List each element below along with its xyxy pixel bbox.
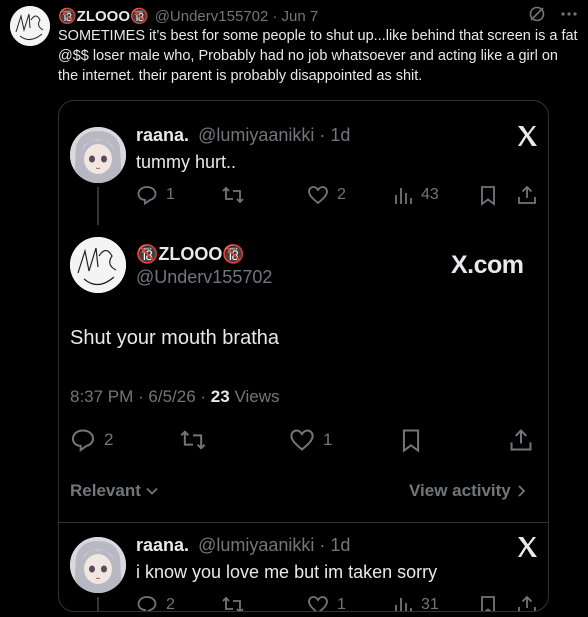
handle[interactable]: @lumiyaanikki — [198, 535, 314, 555]
avatar[interactable] — [10, 6, 50, 46]
views-icon — [395, 188, 412, 204]
top-right-actions — [528, 5, 578, 28]
tweet-text: Shut your mouth bratha — [70, 327, 280, 349]
views-icon — [395, 598, 412, 611]
tweet-actions: 2 1 31 — [59, 593, 548, 612]
view-activity-link[interactable]: View activity — [409, 481, 527, 501]
like-count: 2 — [337, 186, 346, 203]
bookmark-button[interactable] — [478, 184, 498, 206]
more-options-icon[interactable] — [560, 5, 578, 28]
share-button[interactable] — [516, 594, 538, 611]
reply-button[interactable]: 2 — [136, 594, 175, 612]
anime-avatar-icon — [70, 537, 126, 593]
reply-count: 2 — [166, 596, 175, 612]
avatar[interactable] — [70, 537, 126, 593]
views-button[interactable]: 31 — [393, 594, 439, 612]
tweet-header: 🔞ZLOOO🔞 — [136, 244, 245, 265]
tweet-header: raana. @lumiyaanikki · 1d — [136, 535, 350, 556]
share-button[interactable] — [508, 427, 534, 453]
relevant-label: Relevant — [70, 481, 141, 500]
reply-button[interactable]: 2 — [70, 427, 113, 453]
repost-icon — [180, 430, 206, 450]
repost-icon — [222, 186, 244, 204]
bookmark-button[interactable] — [399, 427, 423, 453]
heart-icon — [308, 596, 328, 611]
x-com-logo: X.com — [451, 251, 524, 279]
reply-icon — [71, 429, 95, 452]
post-time[interactable]: · 1d — [319, 535, 350, 555]
reply-count: 1 — [166, 186, 175, 203]
grok-icon[interactable] — [528, 5, 546, 28]
bookmark-button[interactable] — [478, 594, 498, 611]
bookmark-icon — [402, 429, 420, 453]
sketch-avatar-icon — [70, 237, 126, 293]
x-logo-icon[interactable] — [515, 535, 539, 564]
display-name[interactable]: raana. — [136, 125, 189, 145]
tweet-header: raana. @lumiyaanikki · 1d — [136, 125, 350, 146]
views-button[interactable]: 43 — [393, 184, 439, 206]
display-name[interactable]: raana. — [136, 535, 189, 555]
handle[interactable]: @Underv155702 — [155, 8, 269, 25]
tweet-header: 🔞ZLOOO🔞 @Underv155702 · Jun 7 — [58, 6, 572, 26]
avatar[interactable] — [70, 127, 126, 183]
sketch-avatar-icon — [10, 6, 50, 46]
share-button[interactable] — [516, 184, 538, 206]
reply-button[interactable]: 1 — [136, 184, 175, 206]
tweet-timestamp-row: 8:37 PM · 6/5/26 · 23 Views — [70, 387, 279, 407]
quoted-screenshot-card[interactable]: raana. @lumiyaanikki · 1d tummy hurt.. 1… — [58, 100, 549, 612]
avatar[interactable] — [70, 237, 126, 293]
reply-count: 2 — [104, 430, 114, 449]
repost-button[interactable] — [179, 427, 207, 453]
share-icon — [518, 595, 536, 611]
divider — [59, 522, 548, 523]
tweet-text: tummy hurt.. — [136, 152, 237, 172]
relevant-sort-dropdown[interactable]: Relevant — [70, 481, 159, 501]
views-count: 31 — [421, 596, 439, 612]
tweet-text: i know you love me but im taken sorry — [136, 562, 438, 582]
heart-icon — [308, 186, 328, 205]
reply-icon — [137, 186, 157, 206]
handle[interactable]: @Underv155702 — [136, 267, 272, 288]
anime-avatar-icon — [70, 127, 126, 183]
views-label: Views — [229, 387, 280, 406]
display-name[interactable]: 🔞ZLOOO🔞 — [58, 7, 149, 25]
post-time[interactable]: · 1d — [319, 125, 350, 145]
display-name[interactable]: 🔞ZLOOO🔞 — [136, 244, 245, 264]
like-button[interactable]: 1 — [307, 594, 346, 612]
handle[interactable]: @lumiyaanikki — [198, 125, 314, 145]
post-date[interactable]: · Jun 7 — [272, 8, 318, 25]
share-icon — [518, 185, 536, 204]
tweet-text: SOMETIMES it’s best for some people to s… — [58, 28, 578, 84]
bookmark-icon — [481, 596, 495, 611]
bookmark-icon — [481, 186, 495, 206]
tweet-actions: 2 1 — [59, 427, 548, 453]
repost-icon — [222, 596, 244, 611]
timestamp[interactable]: 8:37 PM · 6/5/26 · — [70, 387, 211, 406]
repost-button[interactable] — [221, 184, 245, 206]
like-button[interactable]: 1 — [289, 427, 332, 453]
like-button[interactable]: 2 — [307, 184, 346, 206]
views-count: 23 — [210, 387, 230, 406]
reply-icon — [137, 596, 157, 611]
repost-button[interactable] — [221, 594, 245, 611]
like-count: 1 — [337, 596, 346, 612]
tweet-actions: 1 2 43 — [59, 183, 548, 207]
view-activity-label: View activity — [409, 481, 511, 500]
share-icon — [510, 429, 532, 451]
chevron-down-icon — [146, 487, 158, 495]
chevron-right-icon — [518, 485, 526, 497]
x-logo-icon[interactable] — [515, 124, 539, 153]
views-count: 43 — [421, 186, 439, 203]
heart-icon — [290, 429, 314, 451]
like-count: 1 — [323, 430, 333, 449]
